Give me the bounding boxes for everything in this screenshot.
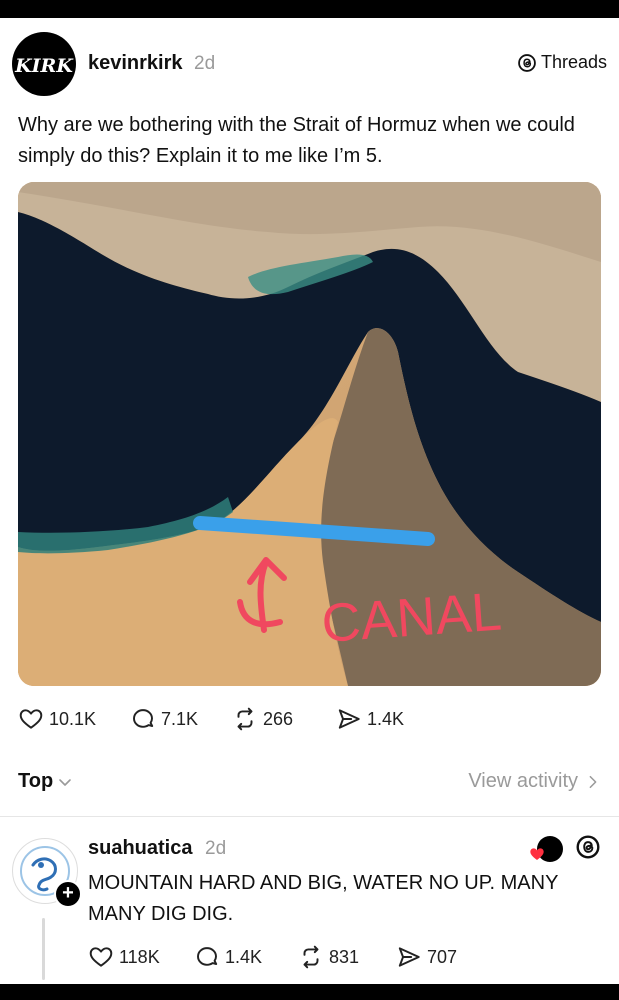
comment-icon [133, 709, 154, 728]
reply-meta-icons [530, 834, 601, 865]
post-timestamp: 2d [194, 53, 216, 74]
reply-like-button[interactable]: 118K [88, 942, 160, 972]
repost-icon [237, 707, 253, 731]
like-count: 10.1K [49, 708, 97, 729]
repost-button[interactable]: 266 [232, 704, 293, 734]
reply-count: 7.1K [161, 708, 199, 729]
liked-by-author [530, 835, 563, 864]
heart-icon [89, 947, 113, 967]
replies-sort-row: Top View activity [18, 770, 600, 800]
chevron-down-icon [59, 778, 71, 786]
reply-timestamp: 2d [205, 838, 227, 859]
repost-count: 266 [263, 708, 294, 729]
reply-button[interactable]: 7.1K [130, 704, 198, 734]
heart-filled-icon [530, 847, 544, 860]
threads-icon[interactable] [575, 834, 601, 865]
threads-link[interactable]: Threads [517, 52, 607, 73]
post-actions: 10.1K 7.1K 266 1.4K [18, 704, 598, 734]
reply-reply-count: 1.4K [225, 946, 263, 967]
thread-line [42, 918, 45, 980]
home-indicator-bar [0, 984, 619, 1000]
comment-icon [197, 947, 218, 966]
reply-username[interactable]: suahuatica [88, 837, 192, 860]
reply-share-count: 707 [427, 946, 458, 967]
status-bar [0, 0, 619, 18]
share-count: 1.4K [367, 708, 405, 729]
reply-share-button[interactable]: 707 [396, 942, 457, 972]
divider [0, 816, 619, 817]
heart-icon [19, 709, 43, 729]
share-button[interactable]: 1.4K [336, 704, 404, 734]
reply-repost-count: 831 [329, 946, 360, 967]
like-button[interactable]: 10.1K [18, 704, 96, 734]
threads-label: Threads [540, 52, 607, 72]
reply-reply-button[interactable]: 1.4K [194, 942, 262, 972]
follow-button[interactable]: + [54, 880, 82, 908]
svg-text:KIRK: KIRK [14, 55, 74, 77]
view-activity-link[interactable]: View activity [468, 770, 600, 793]
kirk-logo-icon: KIRK [14, 55, 74, 77]
reply-like-count: 118K [119, 946, 160, 967]
view-activity-label: View activity [468, 770, 578, 792]
avatar[interactable]: KIRK [12, 32, 76, 96]
post-image[interactable]: CANAL [18, 182, 601, 686]
post-header: KIRK kevinrkirk 2d Threads [12, 32, 607, 96]
canal-annotation: CANAL [320, 582, 504, 654]
sort-dropdown[interactable]: Top [18, 770, 73, 793]
chevron-right-icon [589, 775, 597, 788]
post-username[interactable]: kevinrkirk [88, 52, 183, 75]
repost-icon [303, 945, 319, 969]
reply-text: MOUNTAIN HARD AND BIG, WATER NO UP. MANY… [88, 872, 559, 925]
reply-repost-button[interactable]: 831 [298, 942, 359, 972]
send-icon [338, 709, 360, 729]
satellite-map-image: CANAL [18, 182, 601, 686]
post-text: Why are we bothering with the Strait of … [18, 114, 575, 167]
send-icon [398, 947, 420, 967]
sort-label: Top [18, 770, 54, 792]
reply-actions: 118K 1.4K 831 707 [88, 942, 588, 972]
threads-icon [518, 53, 536, 72]
